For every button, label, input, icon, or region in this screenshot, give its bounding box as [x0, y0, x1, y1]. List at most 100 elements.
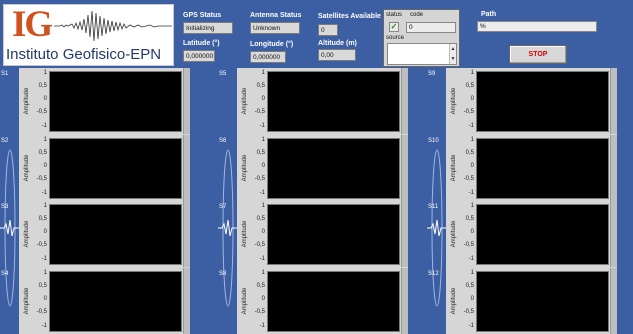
- y-tick-label: -1: [41, 256, 47, 262]
- channel-label: S11: [428, 204, 439, 210]
- y-tick-label: 0,5: [256, 83, 265, 89]
- longitude-label: Longitude (°): [250, 41, 294, 48]
- y-tick-label: 0,5: [465, 216, 474, 222]
- y-tick-label: -1: [259, 190, 265, 196]
- chart-side-bar: [610, 201, 617, 267]
- y-tick-label: 1: [470, 70, 474, 76]
- y-tick-label: 1: [261, 270, 265, 276]
- y-tick-label: 0,5: [465, 283, 474, 289]
- y-axis-title: Amplitude: [451, 220, 457, 248]
- status-check-icon[interactable]: ✓: [389, 22, 399, 32]
- logo-institute-name: Instituto Geofisico-EPN: [6, 46, 162, 63]
- chart-side-bar: [183, 68, 190, 134]
- y-tick-label: -1: [468, 323, 474, 329]
- channel-column: S9 S10 S11 S12 Amplitude 1 0,5 0 -0,5 -1 Amplitude…: [427, 68, 617, 334]
- gps-status-label: GPS Status: [183, 12, 222, 19]
- channel-label: S2: [1, 138, 9, 144]
- y-tick-label: -0,5: [254, 176, 265, 182]
- path-field[interactable]: %: [477, 21, 597, 32]
- waveform-plot-area[interactable]: [267, 204, 400, 265]
- waveform-chart: Amplitude 1 0,5 0 -0,5 -1: [446, 135, 617, 201]
- waveform-plot-area[interactable]: [476, 138, 609, 199]
- status-label: status: [386, 12, 403, 18]
- waveform-chart: Amplitude 1 0,5 0 -0,5 -1: [19, 68, 190, 134]
- y-tick-label: -0,5: [463, 176, 474, 182]
- waveform-plot-area[interactable]: [267, 271, 400, 332]
- longitude-indicator: 0,000000: [250, 51, 286, 63]
- chart-side-bar: [401, 68, 408, 134]
- y-tick-label: -1: [259, 256, 265, 262]
- waveform-plot-area[interactable]: [49, 204, 182, 265]
- waveform-chart: Amplitude 1 0,5 0 -0,5 -1: [237, 135, 408, 201]
- y-tick-label: 0,5: [465, 83, 474, 89]
- channel-label: S6: [219, 138, 227, 144]
- y-axis-title: Amplitude: [24, 87, 30, 115]
- y-tick-label: -0,5: [36, 109, 47, 115]
- error-cluster-panel: status code ✓ 0 source ▲ ▼: [383, 9, 460, 67]
- path-label: Path: [481, 11, 497, 18]
- channel-label: S1: [1, 71, 9, 77]
- y-tick-label: -1: [41, 190, 47, 196]
- antenna-status-indicator: Unknown: [250, 22, 300, 34]
- channel-label: S12: [428, 271, 439, 277]
- waveform-plot-area[interactable]: [267, 71, 400, 132]
- y-tick-label: 0: [470, 229, 474, 235]
- stop-button[interactable]: STOP: [509, 45, 567, 64]
- y-tick-label: 0,5: [38, 150, 47, 156]
- y-tick-label: 1: [261, 137, 265, 143]
- y-tick-label: -1: [468, 190, 474, 196]
- y-axis-title: Amplitude: [24, 287, 30, 315]
- waveform-plot-area[interactable]: [49, 271, 182, 332]
- channel-label: S4: [1, 271, 9, 277]
- satellites-indicator: 0: [318, 24, 338, 36]
- y-tick-label: 1: [470, 203, 474, 209]
- column-wave-decoration: [427, 219, 446, 237]
- y-tick-label: -0,5: [254, 242, 265, 248]
- altitude-label: Altitude (m): [318, 40, 357, 47]
- y-tick-label: -0,5: [254, 309, 265, 315]
- y-tick-label: -1: [468, 256, 474, 262]
- waveform-chart: Amplitude 1 0,5 0 -0,5 -1: [237, 68, 408, 134]
- logo-letters: IG: [12, 4, 53, 45]
- y-tick-label: -1: [259, 323, 265, 329]
- source-textbox[interactable]: ▲ ▼: [387, 43, 457, 65]
- waveform-chart: Amplitude 1 0,5 0 -0,5 -1: [19, 135, 190, 201]
- y-axis-title: Amplitude: [242, 154, 248, 182]
- chart-side-bar: [183, 201, 190, 267]
- column-side-strip: S1 S2 S3 S4: [0, 68, 19, 334]
- waveform-plot-area[interactable]: [476, 271, 609, 332]
- waveform-chart: Amplitude 1 0,5 0 -0,5 -1: [446, 268, 617, 334]
- y-tick-label: 0,5: [38, 283, 47, 289]
- waveform-chart: Amplitude 1 0,5 0 -0,5 -1: [237, 268, 408, 334]
- waveform-plot-area[interactable]: [476, 71, 609, 132]
- column-wave-decoration: [0, 219, 19, 237]
- channel-label: S8: [219, 271, 227, 277]
- y-tick-label: -0,5: [254, 109, 265, 115]
- code-field[interactable]: 0: [406, 22, 456, 33]
- altitude-indicator: 0,00: [318, 49, 356, 61]
- chart-side-bar: [183, 268, 190, 334]
- waveform-plot-area[interactable]: [49, 71, 182, 132]
- waveform-plot-area[interactable]: [476, 204, 609, 265]
- channel-label: S10: [428, 138, 439, 144]
- y-axis-title: Amplitude: [24, 154, 30, 182]
- source-scrollbar[interactable]: ▲ ▼: [449, 44, 456, 64]
- y-tick-label: -0,5: [36, 242, 47, 248]
- y-tick-label: -1: [259, 123, 265, 129]
- channel-label: S9: [428, 71, 436, 77]
- antenna-status-label: Antenna Status: [250, 12, 302, 19]
- chart-side-bar: [610, 68, 617, 134]
- y-tick-label: -0,5: [463, 242, 474, 248]
- column-side-strip: S9 S10 S11 S12: [427, 68, 446, 334]
- channel-label: S3: [1, 204, 9, 210]
- y-tick-label: 0,5: [256, 283, 265, 289]
- latitude-indicator: 0,000000: [183, 50, 215, 62]
- channel-column: S1 S2 S3 S4 Amplitude 1 0,5 0 -0,5 -1 Amplitude 1 0,…: [0, 68, 190, 334]
- waveform-chart: Amplitude 1 0,5 0 -0,5 -1: [19, 268, 190, 334]
- waveform-plot-area[interactable]: [267, 138, 400, 199]
- waveform-plot-area[interactable]: [49, 138, 182, 199]
- y-tick-label: -0,5: [463, 309, 474, 315]
- y-tick-label: 0: [261, 163, 265, 169]
- y-tick-label: -0,5: [463, 109, 474, 115]
- y-tick-label: -0,5: [36, 309, 47, 315]
